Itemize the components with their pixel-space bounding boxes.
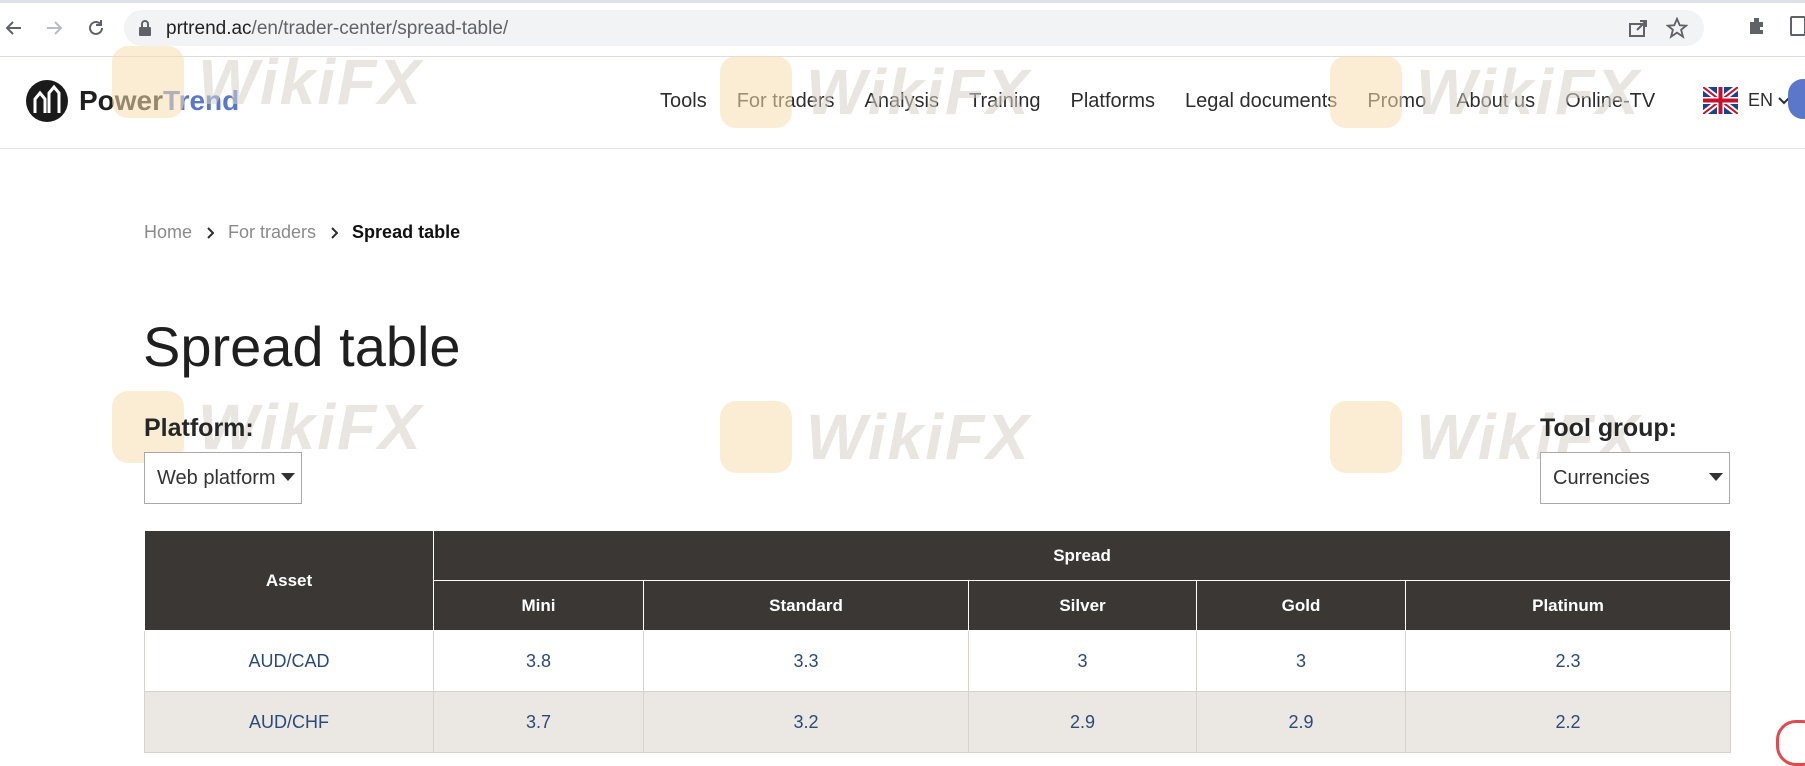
table-cell: 2.2 — [1404, 691, 1732, 753]
chat-widget-button[interactable] — [1776, 720, 1805, 766]
logo-icon — [26, 80, 68, 122]
nav-analysis[interactable]: Analysis — [865, 90, 939, 113]
watermark: WikiFX — [720, 400, 1031, 474]
main-nav: Tools For traders Analysis Training Plat… — [660, 90, 1685, 113]
tool-group-select[interactable]: Currencies — [1540, 452, 1730, 504]
table-cell: 3.8 — [433, 630, 644, 692]
url-text: prtrend.ac/en/trader-center/spread-table… — [166, 18, 509, 39]
nav-legal-documents[interactable]: Legal documents — [1185, 90, 1337, 113]
platform-select-value: Web platform — [157, 467, 276, 489]
nav-platforms[interactable]: Platforms — [1071, 90, 1155, 113]
user-avatar[interactable] — [1788, 79, 1805, 119]
table-row: AUD/CHF 3.7 3.2 2.9 2.9 2.2 — [144, 691, 1732, 753]
breadcrumb-current: Spread table — [352, 222, 461, 242]
tool-group-select-value: Currencies — [1553, 467, 1650, 489]
spread-table: Asset Spread Mini Standard Silver Gold P… — [144, 530, 1732, 753]
table-cell: 3.7 — [433, 691, 644, 753]
language-code: EN — [1748, 90, 1774, 110]
reload-icon[interactable] — [82, 14, 110, 42]
chevron-right-icon — [331, 226, 339, 239]
column-header-mini: Mini — [433, 580, 644, 631]
platform-label: Platform: — [144, 414, 254, 442]
browser-toolbar: prtrend.ac/en/trader-center/spread-table… — [0, 0, 1805, 57]
forward-icon[interactable] — [40, 14, 68, 42]
nav-about-us[interactable]: About us — [1456, 90, 1535, 113]
back-icon[interactable] — [0, 14, 28, 42]
language-selector[interactable]: EN — [1703, 87, 1791, 114]
table-cell: 3 — [1196, 630, 1406, 692]
tab-strip-edge — [0, 0, 1805, 3]
table-cell: 3.3 — [643, 630, 969, 692]
column-header-platinum: Platinum — [1404, 580, 1732, 631]
site-header: PowerTrend Tools For traders Analysis Tr… — [0, 57, 1805, 149]
table-row: AUD/CAD 3.8 3.3 3 3 2.3 — [144, 630, 1732, 692]
column-header-standard: Standard — [643, 580, 969, 631]
breadcrumb-home[interactable]: Home — [144, 222, 192, 243]
column-header-silver: Silver — [968, 580, 1197, 631]
table-cell: 3 — [968, 630, 1197, 692]
spread-group-header: Spread — [432, 530, 1732, 581]
asset-column-header: Asset — [144, 530, 434, 631]
table-cell: 2.9 — [968, 691, 1197, 753]
lock-icon[interactable] — [138, 20, 152, 41]
asset-cell: AUD/CHF — [144, 691, 434, 753]
page-title: Spread table — [143, 315, 461, 378]
uk-flag-icon — [1703, 87, 1738, 114]
asset-cell: AUD/CAD — [144, 630, 434, 692]
logo-text: PowerTrend — [79, 85, 240, 116]
nav-online-tv[interactable]: Online-TV — [1565, 90, 1655, 113]
dropdown-caret-icon — [281, 473, 295, 481]
watermark-logo-icon — [1330, 401, 1402, 473]
breadcrumb-for-traders[interactable]: For traders — [228, 222, 316, 243]
side-panel-icon[interactable] — [1790, 16, 1805, 36]
chevron-right-icon — [207, 226, 215, 239]
tool-group-label: Tool group: — [1540, 414, 1677, 442]
platform-select[interactable]: Web platform — [144, 452, 302, 504]
breadcrumb: Home For traders Spread table — [144, 222, 460, 243]
watermark-logo-icon — [720, 401, 792, 473]
table-cell: 3.2 — [643, 691, 969, 753]
share-icon[interactable] — [1628, 18, 1650, 43]
address-bar[interactable]: prtrend.ac/en/trader-center/spread-table… — [124, 10, 1704, 46]
bookmark-star-icon[interactable] — [1665, 16, 1689, 44]
nav-training[interactable]: Training — [969, 90, 1041, 113]
column-header-gold: Gold — [1196, 580, 1406, 631]
nav-for-traders[interactable]: For traders — [737, 90, 835, 113]
nav-tools[interactable]: Tools — [660, 90, 707, 113]
table-cell: 2.9 — [1196, 691, 1406, 753]
extensions-icon[interactable] — [1746, 14, 1768, 41]
nav-promo[interactable]: Promo — [1367, 90, 1426, 113]
table-cell: 2.3 — [1404, 630, 1732, 692]
logo[interactable]: PowerTrend — [25, 79, 239, 123]
dropdown-caret-icon — [1709, 473, 1723, 481]
